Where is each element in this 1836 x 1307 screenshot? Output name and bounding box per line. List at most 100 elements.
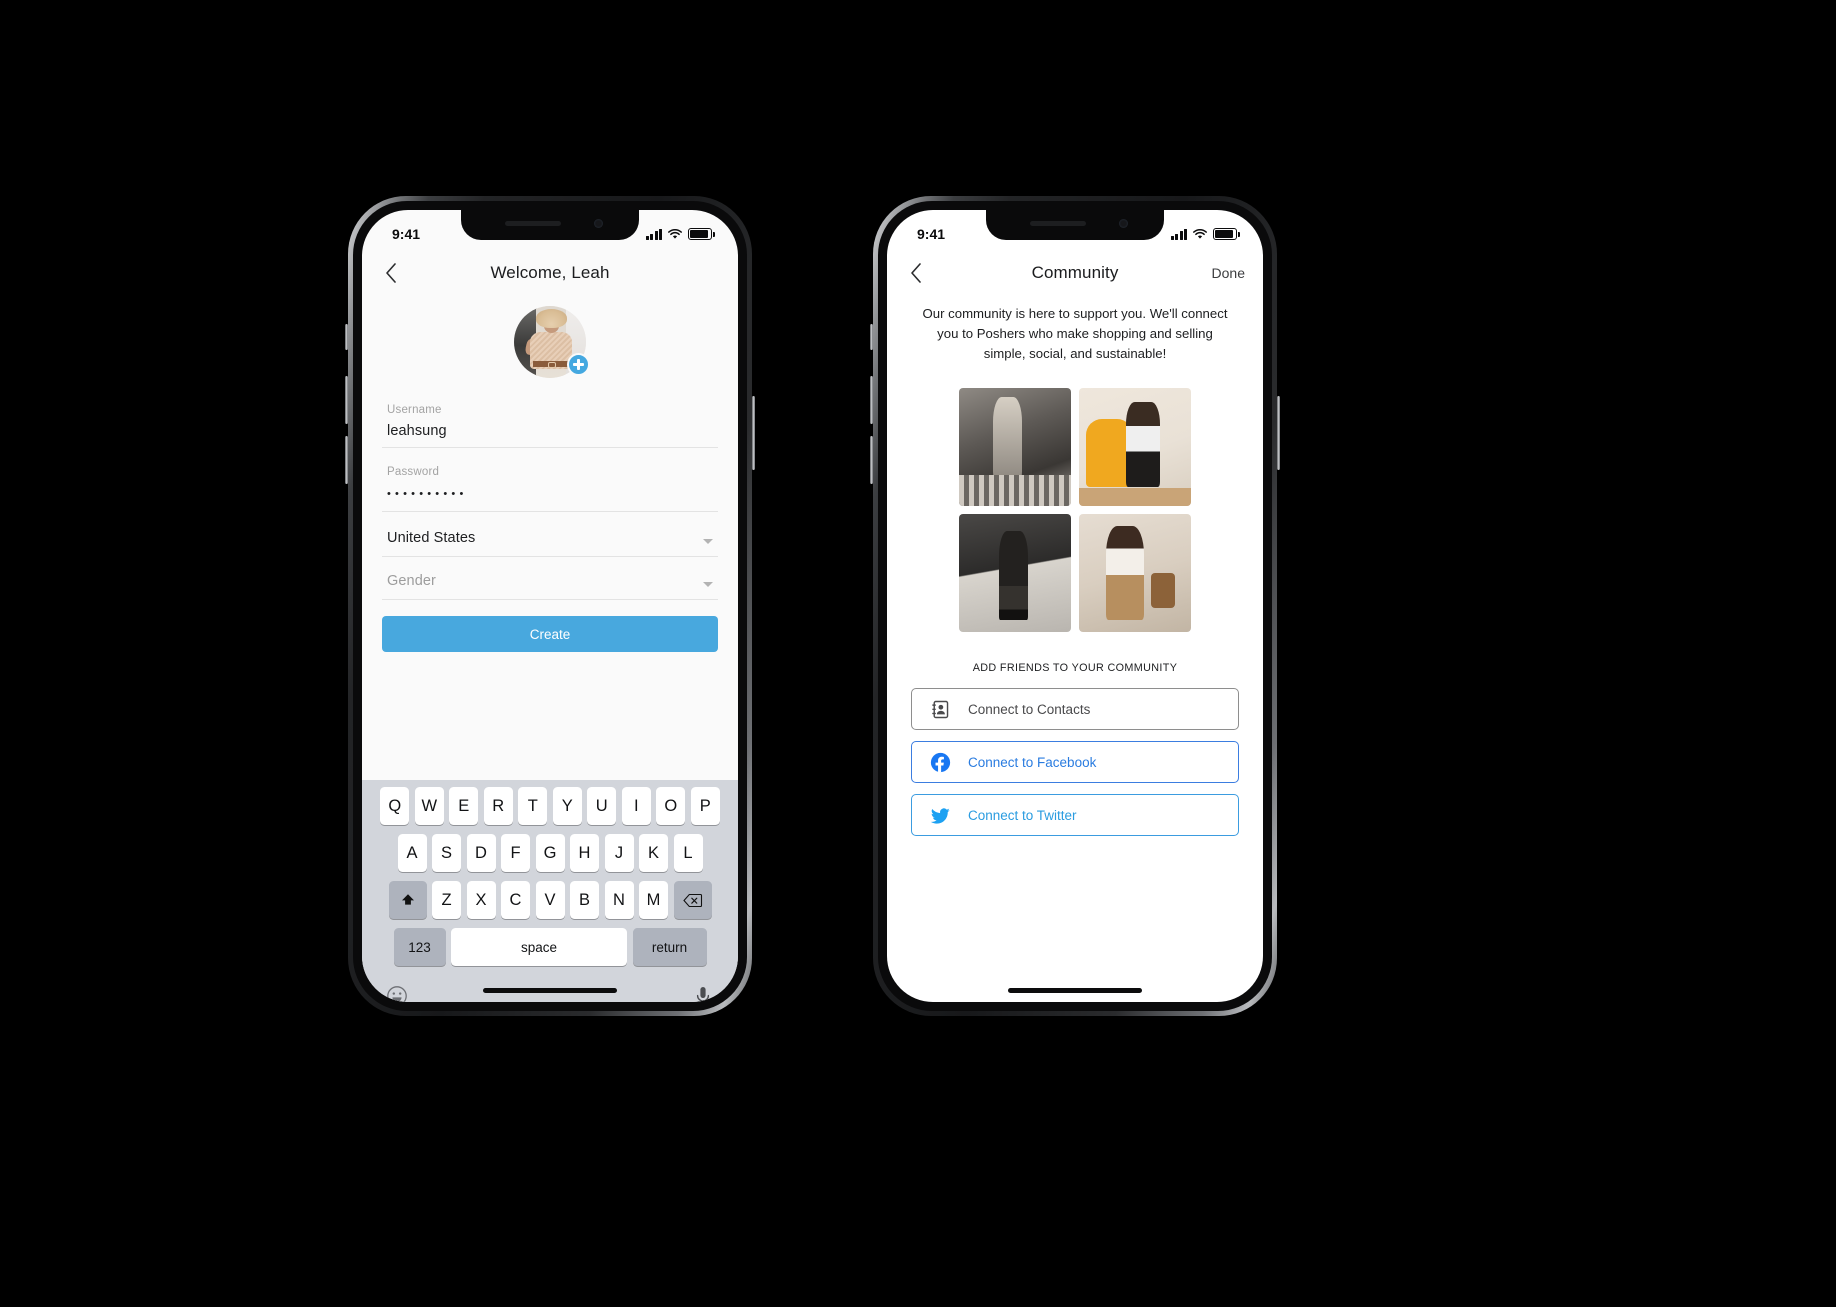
key-o[interactable]: O bbox=[656, 787, 686, 825]
gender-select[interactable]: Gender bbox=[382, 573, 718, 600]
navigation-bar: Welcome, Leah bbox=[362, 250, 738, 296]
front-camera-icon bbox=[594, 219, 603, 228]
home-indicator bbox=[1008, 988, 1142, 993]
status-time: 9:41 bbox=[917, 226, 946, 242]
key-t[interactable]: T bbox=[518, 787, 548, 825]
username-field[interactable]: Username leahsung bbox=[382, 404, 718, 448]
username-input[interactable]: leahsung bbox=[387, 423, 713, 439]
wifi-icon bbox=[1193, 228, 1207, 239]
done-button[interactable]: Done bbox=[1212, 265, 1245, 281]
key-g[interactable]: G bbox=[535, 834, 565, 872]
key-p[interactable]: P bbox=[690, 787, 720, 825]
plus-icon[interactable] bbox=[567, 353, 590, 376]
key-h[interactable]: H bbox=[570, 834, 599, 872]
wifi-icon bbox=[668, 228, 682, 239]
avatar-uploader[interactable] bbox=[514, 306, 590, 378]
emoji-smiley-icon[interactable] bbox=[385, 984, 409, 1002]
mute-switch[interactable] bbox=[870, 324, 873, 350]
key-i[interactable]: I bbox=[621, 787, 651, 825]
password-label: Password bbox=[387, 466, 440, 478]
add-friends-heading: ADD FRIENDS TO YOUR COMMUNITY bbox=[972, 662, 1178, 674]
power-button[interactable] bbox=[1277, 396, 1280, 470]
community-photo[interactable] bbox=[959, 514, 1071, 632]
page-title: Welcome, Leah bbox=[490, 263, 610, 282]
connect-contacts-button[interactable]: Connect to Contacts bbox=[911, 688, 1239, 730]
key-x[interactable]: X bbox=[466, 881, 496, 919]
volume-down-button[interactable] bbox=[870, 436, 873, 484]
cellular-signal-icon bbox=[645, 228, 662, 240]
key-d[interactable]: D bbox=[466, 834, 496, 872]
key-e[interactable]: E bbox=[449, 787, 479, 825]
community-photo[interactable] bbox=[959, 388, 1071, 506]
phone-bezel: 9:41 Welcome, Leah Username leahsung Pas… bbox=[353, 201, 747, 1011]
keyboard-row-2: A S D F G H J K L bbox=[365, 834, 735, 872]
key-r[interactable]: R bbox=[483, 787, 513, 825]
phone-community: 9:41 Community Done Our community is her… bbox=[870, 196, 1280, 1016]
return-key[interactable]: return bbox=[632, 928, 707, 966]
community-content: Our community is here to support you. We… bbox=[887, 296, 1263, 1002]
status-indicators bbox=[645, 228, 715, 240]
key-s[interactable]: S bbox=[432, 834, 461, 872]
notch bbox=[986, 210, 1164, 240]
chevron-left-icon[interactable] bbox=[905, 262, 927, 284]
create-button[interactable]: Create bbox=[382, 616, 718, 652]
connect-facebook-button[interactable]: Connect to Facebook bbox=[911, 741, 1239, 783]
community-photo[interactable] bbox=[1079, 388, 1191, 506]
front-camera-icon bbox=[1119, 219, 1128, 228]
shift-up-icon[interactable] bbox=[388, 881, 427, 919]
power-button[interactable] bbox=[752, 396, 755, 470]
volume-up-button[interactable] bbox=[345, 376, 348, 424]
status-indicators bbox=[1170, 228, 1240, 240]
key-a[interactable]: A bbox=[397, 834, 427, 872]
signup-screen: 9:41 Welcome, Leah Username leahsung Pas… bbox=[362, 210, 738, 1002]
phone-bezel: 9:41 Community Done Our community is her… bbox=[878, 201, 1272, 1011]
key-z[interactable]: Z bbox=[432, 881, 461, 919]
backspace-icon[interactable] bbox=[673, 881, 712, 919]
key-q[interactable]: Q bbox=[380, 787, 410, 825]
username-label: Username bbox=[387, 404, 442, 416]
battery-icon bbox=[688, 228, 715, 240]
intro-text: Our community is here to support you. We… bbox=[922, 306, 1228, 361]
country-value: United States bbox=[387, 530, 476, 546]
password-field[interactable]: Password •••••••••• bbox=[382, 466, 718, 512]
chevron-left-icon[interactable] bbox=[380, 262, 402, 284]
volume-down-button[interactable] bbox=[345, 436, 348, 484]
on-screen-keyboard: Q W E R T Y U I O P A S D F G H J K L Z … bbox=[362, 780, 738, 1002]
key-j[interactable]: J bbox=[604, 834, 634, 872]
key-f[interactable]: F bbox=[501, 834, 530, 872]
key-n[interactable]: N bbox=[604, 881, 634, 919]
key-m[interactable]: M bbox=[639, 881, 668, 919]
numeric-key[interactable]: 123 bbox=[393, 928, 446, 966]
key-l[interactable]: L bbox=[673, 834, 703, 872]
key-k[interactable]: K bbox=[639, 834, 668, 872]
keyboard-row-4: 123 space return bbox=[365, 928, 735, 966]
earpiece-speaker bbox=[1030, 221, 1086, 226]
key-b[interactable]: B bbox=[570, 881, 599, 919]
volume-up-button[interactable] bbox=[870, 376, 873, 424]
country-select[interactable]: United States bbox=[382, 530, 718, 557]
keyboard-row-3: Z X C V B N M bbox=[365, 881, 735, 919]
notch bbox=[461, 210, 639, 240]
community-screen: 9:41 Community Done Our community is her… bbox=[887, 210, 1263, 1002]
cellular-signal-icon bbox=[1170, 228, 1187, 240]
community-photo[interactable] bbox=[1079, 514, 1191, 632]
earpiece-speaker bbox=[505, 221, 561, 226]
phone-signup: 9:41 Welcome, Leah Username leahsung Pas… bbox=[345, 196, 755, 1016]
key-c[interactable]: C bbox=[501, 881, 530, 919]
key-w[interactable]: W bbox=[414, 787, 444, 825]
space-key[interactable]: space bbox=[451, 928, 627, 966]
key-y[interactable]: Y bbox=[552, 787, 582, 825]
key-u[interactable]: U bbox=[587, 787, 617, 825]
connect-twitter-button[interactable]: Connect to Twitter bbox=[911, 794, 1239, 836]
connect-contacts-label: Connect to Contacts bbox=[968, 701, 1091, 717]
microphone-icon[interactable] bbox=[691, 984, 715, 1002]
password-input[interactable]: •••••••••• bbox=[387, 485, 713, 503]
mute-switch[interactable] bbox=[345, 324, 348, 350]
chevron-down-icon bbox=[703, 582, 713, 587]
key-v[interactable]: V bbox=[535, 881, 565, 919]
battery-icon bbox=[1213, 228, 1240, 240]
navigation-bar: Community Done bbox=[887, 250, 1263, 296]
status-time: 9:41 bbox=[392, 226, 421, 242]
form-fields: Username leahsung Password •••••••••• Un… bbox=[362, 404, 738, 600]
home-indicator bbox=[483, 988, 617, 993]
